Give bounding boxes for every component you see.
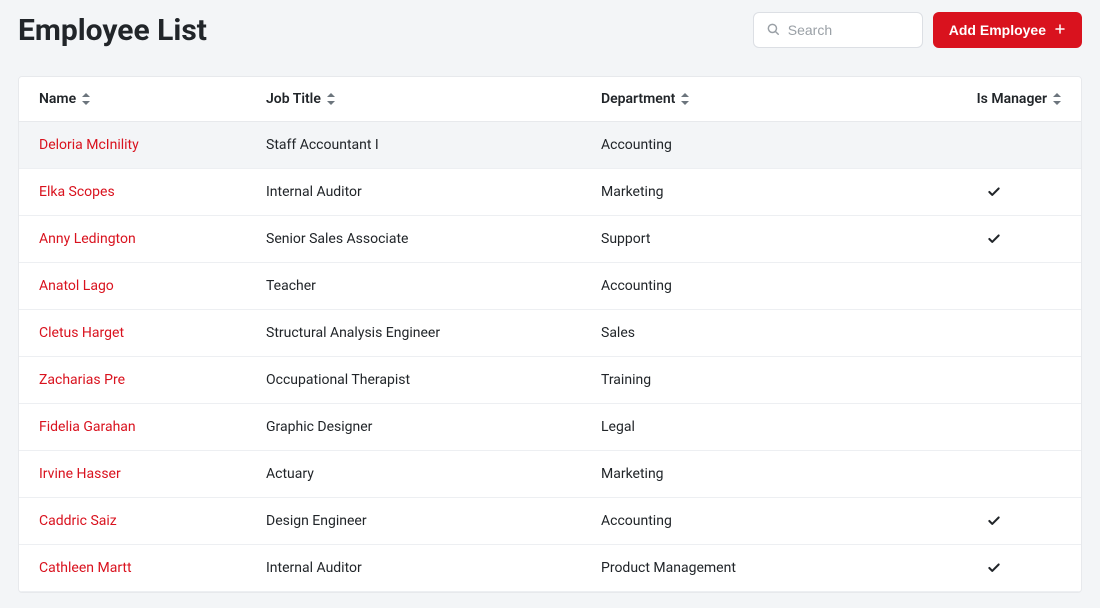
employee-name-link[interactable]: Fidelia Garahan bbox=[39, 419, 136, 435]
employee-is-manager bbox=[906, 451, 1081, 498]
employee-job-title: Graphic Designer bbox=[246, 404, 581, 451]
employee-department: Training bbox=[581, 357, 906, 404]
column-header-department[interactable]: Department bbox=[581, 77, 906, 122]
employee-name-link[interactable]: Caddric Saiz bbox=[39, 513, 117, 529]
page-title: Employee List bbox=[18, 13, 207, 48]
employee-table: Name Job Title bbox=[18, 76, 1082, 593]
table-row: Caddric Saiz Design EngineerAccounting bbox=[19, 498, 1081, 545]
employee-job-title: Internal Auditor bbox=[246, 169, 581, 216]
search-box[interactable] bbox=[753, 12, 923, 48]
sort-icon bbox=[82, 93, 90, 105]
check-icon bbox=[987, 513, 1001, 529]
column-label-name: Name bbox=[39, 91, 76, 107]
employee-department: Marketing bbox=[581, 169, 906, 216]
employee-name-link[interactable]: Cathleen Martt bbox=[39, 560, 132, 576]
table-row: Cletus Harget Structural Analysis Enginee… bbox=[19, 310, 1081, 357]
add-employee-button[interactable]: Add Employee bbox=[933, 12, 1082, 48]
employee-is-manager bbox=[906, 357, 1081, 404]
table-row: Anatol Lago TeacherAccounting bbox=[19, 263, 1081, 310]
check-icon bbox=[987, 231, 1001, 247]
column-label-job-title: Job Title bbox=[266, 91, 321, 107]
plus-icon bbox=[1054, 22, 1066, 38]
column-label-department: Department bbox=[601, 91, 675, 107]
employee-job-title: Actuary bbox=[246, 451, 581, 498]
add-employee-label: Add Employee bbox=[949, 22, 1046, 38]
employee-job-title: Teacher bbox=[246, 263, 581, 310]
employee-department: Accounting bbox=[581, 498, 906, 545]
search-input[interactable] bbox=[788, 22, 910, 38]
table-row: Zacharias Pre Occupational TherapistTrain… bbox=[19, 357, 1081, 404]
table-row: Anny Ledington Senior Sales AssociateSupp… bbox=[19, 216, 1081, 263]
table-row: Deloria McInility Staff Accountant IAccou… bbox=[19, 122, 1081, 169]
sort-icon bbox=[327, 93, 335, 105]
employee-name-link[interactable]: Irvine Hasser bbox=[39, 466, 121, 482]
employee-job-title: Internal Auditor bbox=[246, 545, 581, 592]
employee-is-manager bbox=[906, 498, 1081, 545]
employee-name-link[interactable]: Elka Scopes bbox=[39, 184, 115, 200]
employee-name-link[interactable]: Anatol Lago bbox=[39, 278, 114, 294]
employee-department: Marketing bbox=[581, 451, 906, 498]
table-row: Fidelia Garahan Graphic DesignerLegal bbox=[19, 404, 1081, 451]
employee-job-title: Structural Analysis Engineer bbox=[246, 310, 581, 357]
employee-name-link[interactable]: Cletus Harget bbox=[39, 325, 124, 341]
check-icon bbox=[987, 184, 1001, 200]
column-header-job-title[interactable]: Job Title bbox=[246, 77, 581, 122]
sort-icon bbox=[1053, 93, 1061, 105]
column-header-name[interactable]: Name bbox=[19, 77, 246, 122]
employee-name-link[interactable]: Deloria McInility bbox=[39, 137, 139, 153]
employee-job-title: Senior Sales Associate bbox=[246, 216, 581, 263]
employee-department: Legal bbox=[581, 404, 906, 451]
column-header-is-manager[interactable]: Is Manager bbox=[906, 77, 1081, 122]
employee-department: Product Management bbox=[581, 545, 906, 592]
employee-department: Sales bbox=[581, 310, 906, 357]
column-label-is-manager: Is Manager bbox=[977, 91, 1047, 107]
employee-department: Accounting bbox=[581, 263, 906, 310]
search-icon bbox=[766, 21, 788, 40]
employee-job-title: Occupational Therapist bbox=[246, 357, 581, 404]
employee-department: Support bbox=[581, 216, 906, 263]
employee-is-manager bbox=[906, 404, 1081, 451]
sort-icon bbox=[681, 93, 689, 105]
employee-name-link[interactable]: Anny Ledington bbox=[39, 231, 136, 247]
employee-job-title: Design Engineer bbox=[246, 498, 581, 545]
employee-name-link[interactable]: Zacharias Pre bbox=[39, 372, 125, 388]
employee-is-manager bbox=[906, 310, 1081, 357]
table-row: Irvine Hasser ActuaryMarketing bbox=[19, 451, 1081, 498]
check-icon bbox=[987, 560, 1001, 576]
employee-is-manager bbox=[906, 122, 1081, 169]
employee-is-manager bbox=[906, 263, 1081, 310]
employee-is-manager bbox=[906, 545, 1081, 592]
employee-is-manager bbox=[906, 169, 1081, 216]
employee-job-title: Staff Accountant I bbox=[246, 122, 581, 169]
table-row: Cathleen Martt Internal AuditorProduct Ma… bbox=[19, 545, 1081, 592]
employee-department: Accounting bbox=[581, 122, 906, 169]
table-row: Elka Scopes Internal AuditorMarketing bbox=[19, 169, 1081, 216]
employee-is-manager bbox=[906, 216, 1081, 263]
